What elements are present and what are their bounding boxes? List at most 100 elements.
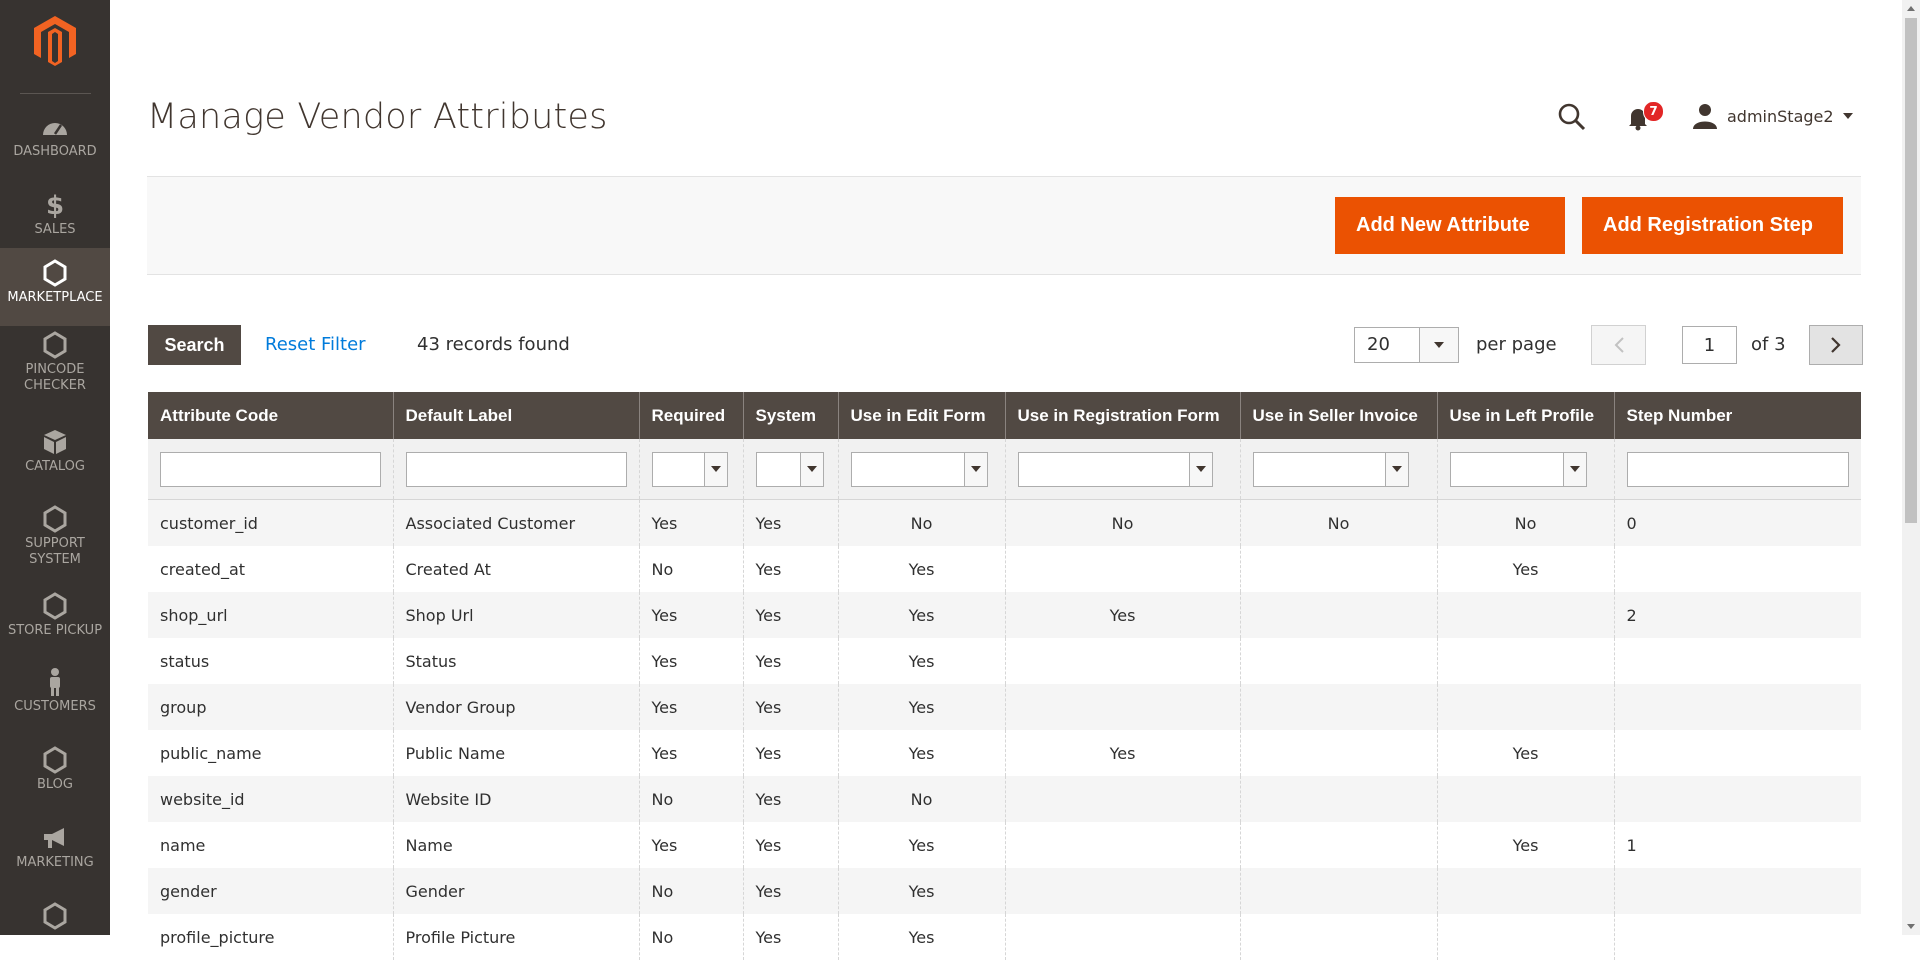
table-cell: [1613, 546, 1861, 592]
table-row[interactable]: customer_id Associated Customer Yes Yes No No…: [148, 499, 1861, 546]
table-row[interactable]: shop_url Shop Url Yes Yes Yes Yes 2: [148, 592, 1861, 638]
table-row[interactable]: created_at Created At No Yes Yes Yes: [148, 546, 1861, 592]
scrollbar-thumb[interactable]: [1905, 18, 1917, 523]
sidebar-item-sales[interactable]: $ SALES: [0, 190, 110, 246]
table-cell: public_name: [148, 730, 393, 776]
add-registration-step-button[interactable]: Add Registration Step: [1582, 197, 1843, 254]
column-header[interactable]: Required: [638, 392, 743, 439]
filter-select[interactable]: [850, 451, 988, 487]
table-cell: profile_picture: [148, 914, 393, 960]
chevron-down-icon: [1842, 113, 1853, 119]
next-page-button[interactable]: [1809, 325, 1863, 365]
sidebar-item-blog[interactable]: BLOG: [0, 745, 110, 801]
table-cell: Yes: [742, 684, 838, 730]
table-row[interactable]: status Status Yes Yes Yes: [148, 638, 1861, 684]
hexagon-icon: [42, 258, 68, 288]
table-cell: [1613, 684, 1861, 730]
per-page-select[interactable]: 20: [1354, 327, 1459, 363]
table-cell: Yes: [1004, 592, 1240, 638]
sidebar-item-label: MARKETING: [16, 855, 94, 870]
table-cell: website_id: [148, 776, 393, 822]
search-button[interactable]: Search: [148, 325, 241, 365]
table-cell: [1436, 592, 1614, 638]
table-row[interactable]: profile_picture Profile Picture No Yes Yes: [148, 914, 1861, 960]
table-cell: No: [1004, 499, 1240, 546]
scroll-down-arrow-icon[interactable]: [1907, 924, 1915, 929]
table-cell: Gender: [392, 868, 639, 914]
table-cell: group: [148, 684, 393, 730]
filter-select[interactable]: [651, 451, 728, 487]
table-row[interactable]: name Name Yes Yes Yes Yes 1: [148, 822, 1861, 868]
sidebar-item-dashboard[interactable]: DASHBOARD: [0, 112, 110, 168]
table-row[interactable]: group Vendor Group Yes Yes Yes: [148, 684, 1861, 730]
table-cell: [1239, 638, 1437, 684]
sidebar-item-customers[interactable]: CUSTOMERS: [0, 667, 110, 723]
person-icon: [45, 667, 65, 697]
table-cell: [1239, 684, 1437, 730]
sidebar-item-catalog[interactable]: CATALOG: [0, 427, 110, 483]
previous-page-button[interactable]: [1591, 325, 1646, 365]
sidebar-item-pincode-checker[interactable]: PINCODE CHECKER: [0, 330, 110, 412]
table-cell: Yes: [638, 499, 743, 546]
column-header[interactable]: Use in Left Profile: [1436, 392, 1614, 439]
records-count: 43 records found: [417, 334, 570, 355]
table-cell: gender: [148, 868, 393, 914]
table-cell: Yes: [837, 638, 1005, 684]
table-cell: Yes: [1436, 730, 1614, 776]
filter-select[interactable]: [1252, 451, 1409, 487]
per-page-value: 20: [1367, 334, 1390, 355]
filter-select[interactable]: [1449, 451, 1587, 487]
magento-logo[interactable]: [0, 14, 110, 68]
sidebar-item-label: PINCODE CHECKER: [24, 362, 86, 393]
table-cell: Website ID: [392, 776, 639, 822]
table-row[interactable]: gender Gender No Yes Yes: [148, 868, 1861, 914]
filter-input[interactable]: [1626, 451, 1849, 487]
megaphone-icon: [40, 823, 70, 853]
user-account-menu[interactable]: adminStage2: [1693, 103, 1853, 129]
page-scrollbar[interactable]: [1902, 0, 1920, 935]
user-icon: [1693, 104, 1717, 129]
column-header[interactable]: Use in Registration Form: [1004, 392, 1240, 439]
column-header[interactable]: System: [742, 392, 838, 439]
table-cell: [1004, 638, 1240, 684]
filter-select[interactable]: [1017, 451, 1213, 487]
search-icon[interactable]: [1557, 102, 1587, 132]
table-cell: Profile Picture: [392, 914, 639, 960]
table-cell: Yes: [742, 499, 838, 546]
filter-input[interactable]: [405, 451, 627, 487]
table-row[interactable]: website_id Website ID No Yes No: [148, 776, 1861, 822]
table-cell: [1239, 868, 1437, 914]
reset-filter-link[interactable]: Reset Filter: [265, 334, 366, 355]
column-header[interactable]: Default Label: [392, 392, 639, 439]
svg-text:$: $: [46, 191, 64, 219]
filter-cell: [148, 439, 393, 500]
column-header[interactable]: Attribute Code: [148, 392, 393, 439]
filter-input[interactable]: [160, 451, 381, 487]
table-cell: created_at: [148, 546, 393, 592]
table-row[interactable]: public_name Public Name Yes Yes Yes Yes Yes: [148, 730, 1861, 776]
chevron-right-icon: [1831, 337, 1841, 353]
table-cell: shop_url: [148, 592, 393, 638]
sidebar-item-marketplace[interactable]: MARKETPLACE: [0, 248, 110, 326]
logo-divider: [20, 93, 91, 94]
table-cell: Associated Customer: [392, 499, 639, 546]
chevron-down-icon: [1562, 452, 1586, 486]
add-new-attribute-button[interactable]: Add New Attribute: [1335, 197, 1565, 254]
column-header[interactable]: Use in Seller Invoice: [1239, 392, 1437, 439]
total-pages-label: of 3: [1751, 334, 1786, 355]
column-header[interactable]: Step Number: [1613, 392, 1861, 439]
scroll-up-arrow-icon[interactable]: [1907, 6, 1915, 11]
column-header[interactable]: Use in Edit Form: [837, 392, 1005, 439]
table-cell: No: [638, 868, 743, 914]
sidebar-item-marketing[interactable]: MARKETING: [0, 823, 110, 879]
table-cell: Vendor Group: [392, 684, 639, 730]
sidebar-item-label: MARKETPLACE: [7, 290, 103, 305]
filter-cell: [1436, 439, 1614, 500]
current-page-input[interactable]: [1682, 326, 1737, 364]
filter-select[interactable]: [755, 451, 824, 487]
sidebar-item-support-system[interactable]: SUPPORT SYSTEM: [0, 504, 110, 586]
sidebar-item-store-pickup[interactable]: STORE PICKUP: [0, 591, 110, 647]
sidebar-item-more[interactable]: [0, 901, 110, 941]
table-cell: 0: [1613, 499, 1861, 546]
admin-sidebar: DASHBOARD $ SALES MARKETPLACE PINCODE CHECKE…: [0, 0, 110, 935]
